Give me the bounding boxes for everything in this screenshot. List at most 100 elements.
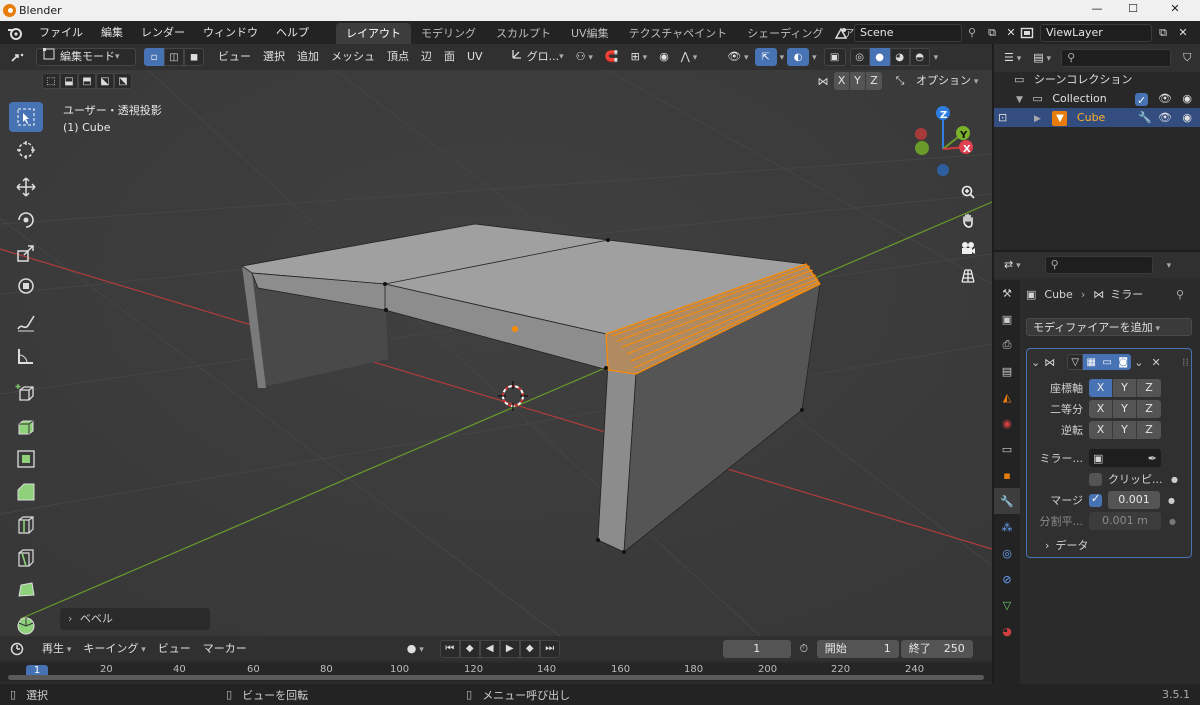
timeline-view-menu[interactable]: ビュー [152, 640, 197, 658]
transform-tool[interactable] [9, 271, 43, 301]
invert-selection-icon[interactable]: ⬕ [96, 73, 114, 89]
drag-handle-icon[interactable]: ⁞⁞ [1182, 356, 1189, 369]
bisect-z-toggle[interactable]: Z [1137, 400, 1161, 418]
gizmo-toggle-icon[interactable]: ⇱ [754, 48, 777, 66]
collection-render-icon[interactable]: ◉ [1182, 89, 1192, 108]
extend-selection-icon[interactable]: ⬓ [60, 73, 78, 89]
blender-menu-icon[interactable] [0, 26, 30, 40]
workspace-tab-uv-editing[interactable]: UV編集 [561, 23, 619, 44]
cursor-tool[interactable] [9, 135, 43, 165]
properties-options-dropdown[interactable] [1167, 256, 1172, 274]
snap-target-icon[interactable]: ⊞ [625, 48, 654, 66]
add-cube-tool[interactable] [9, 378, 43, 408]
collection-tab-icon[interactable]: ▭ [994, 436, 1020, 462]
outliner-row-collection[interactable]: ▼ ▭ Collection 👁 ◉ [994, 89, 1200, 110]
menu-vertex[interactable]: 頂点 [381, 48, 415, 66]
inset-tool[interactable] [9, 444, 43, 474]
display-mode-icon[interactable]: ▤ [1027, 49, 1057, 67]
bevel-tool[interactable] [9, 477, 43, 507]
editmode-toggle-icon[interactable]: ▦ [1083, 354, 1100, 370]
render-toggle-icon[interactable]: ◙ [1115, 354, 1132, 370]
menu-edge[interactable]: 辺 [415, 48, 438, 66]
pivot-point-icon[interactable]: ⚇ [570, 48, 599, 66]
view-layer-selector[interactable]: ViewLayer ⧉ ✕ [1014, 23, 1192, 42]
menu-render[interactable]: レンダー [132, 21, 194, 44]
new-scene-icon[interactable]: ⧉ [982, 26, 1002, 40]
material-tab-icon[interactable]: ◕ [994, 618, 1020, 644]
add-modifier-dropdown[interactable]: モディファイアーを追加 [1026, 318, 1192, 336]
scene-name-field[interactable]: Scene [854, 23, 962, 42]
mirror-y-toggle[interactable]: Y [850, 72, 866, 90]
world-tab-icon[interactable]: ◉ [994, 410, 1020, 436]
mode-selector[interactable]: 編集モード [36, 48, 136, 66]
timeline-editor-type-icon[interactable] [0, 642, 36, 656]
scene-selector[interactable]: Scene ⚲ ⧉ ✕ [828, 23, 1020, 42]
select-box-tool[interactable] [9, 102, 43, 132]
modifier-menu-chevron-icon[interactable]: ⌄ [1134, 356, 1143, 369]
axis-z-toggle[interactable]: Z [1137, 379, 1161, 397]
rotate-tool[interactable] [9, 205, 43, 235]
close-window-button[interactable]: ✕ [1160, 2, 1190, 19]
outliner-editor-type-icon[interactable]: ☰ [998, 49, 1027, 67]
particles-tab-icon[interactable]: ⁂ [994, 514, 1020, 540]
play-icon[interactable]: ▶ [499, 639, 520, 658]
edit-mode-cage-icon[interactable]: ▽ [1067, 354, 1084, 370]
preview-range-icon[interactable]: ⏱ [791, 642, 817, 656]
editor-type-icon[interactable] [0, 50, 36, 64]
play-reverse-icon[interactable]: ◀ [479, 639, 500, 658]
proportional-falloff-icon[interactable]: ⋀ [675, 48, 703, 66]
new-view-layer-icon[interactable]: ⧉ [1152, 26, 1174, 40]
data-tab-icon[interactable]: ▽ [994, 592, 1020, 618]
modifier-wrench-icon[interactable]: 🔧 [1138, 108, 1152, 127]
menu-mesh[interactable]: メッシュ [325, 48, 381, 66]
clipping-checkbox[interactable] [1089, 472, 1102, 486]
collection-visibility-icon[interactable]: 👁 [1158, 89, 1172, 108]
keyframe-dot-icon[interactable]: ● [1168, 496, 1175, 505]
set-selection-icon[interactable]: ⬚ [42, 73, 60, 89]
knife-tool[interactable] [9, 543, 43, 573]
outliner-row-cube[interactable]: ⊡ ▶ ▼ Cube 🔧 👁 ◉ [994, 108, 1200, 127]
camera-view-icon[interactable] [956, 236, 980, 260]
overlays-toggle-icon[interactable]: ◐ [787, 48, 810, 66]
flip-y-toggle[interactable]: Y [1113, 421, 1137, 439]
workspace-tab-sculpt[interactable]: スカルプト [486, 23, 561, 44]
solid-shading-icon[interactable]: ● [869, 48, 890, 66]
view-layer-name-field[interactable]: ViewLayer [1040, 23, 1152, 42]
vertex-select-icon[interactable]: ▫ [144, 48, 164, 66]
start-frame-field[interactable]: 開始 1 [816, 639, 899, 658]
outliner-search-input[interactable]: ⚲ [1061, 49, 1172, 67]
constraints-tab-icon[interactable]: ⊘ [994, 566, 1020, 592]
collapse-chevron-icon[interactable]: ⌄ [1031, 356, 1040, 369]
properties-search-input[interactable]: ⚲ [1044, 256, 1153, 274]
axis-x-toggle[interactable]: X [1089, 379, 1113, 397]
properties-editor-type-icon[interactable]: ⇄ [998, 256, 1027, 274]
next-keyframe-icon[interactable]: ◆ [519, 639, 540, 658]
menu-add[interactable]: 追加 [291, 48, 325, 66]
timeline-ruler[interactable]: 1 20 40 60 80 100 120 140 160 180 200 22… [0, 663, 992, 681]
render-tab-icon[interactable]: ▣ [994, 306, 1020, 332]
workspace-tab-texture-paint[interactable]: テクスチャペイント [619, 23, 738, 44]
merge-distance-field[interactable]: 0.001 [1108, 491, 1160, 509]
maximize-button[interactable]: ☐ [1118, 2, 1148, 19]
tool-tab-icon[interactable]: ⚒ [994, 280, 1020, 306]
workspace-tab-shading[interactable]: シェーディング [737, 23, 833, 44]
menu-view[interactable]: ビュー [212, 48, 257, 66]
zoom-icon[interactable] [956, 180, 980, 204]
3d-viewport[interactable]: Z Y X 編集モード ▫ ◫ ◼ ビュー 選択 追加 メッシュ 頂点 辺 面 … [0, 44, 992, 636]
flip-z-toggle[interactable]: Z [1137, 421, 1161, 439]
menu-file[interactable]: ファイル [30, 21, 92, 44]
menu-select[interactable]: 選択 [257, 48, 291, 66]
data-subpanel-header[interactable]: › データ [1045, 537, 1088, 553]
pin-scene-icon[interactable]: ⚲ [962, 26, 982, 39]
output-tab-icon[interactable]: ⎙ [994, 332, 1020, 358]
keyframe-dot-icon[interactable]: ● [1169, 517, 1176, 526]
end-frame-field[interactable]: 終了 250 [900, 639, 973, 658]
mirror-object-field[interactable]: ▣ ✒ [1089, 449, 1161, 467]
outliner-row-scene-collection[interactable]: ▭ シーンコレクション [994, 70, 1200, 89]
current-frame-field[interactable]: 1 [722, 639, 791, 658]
expand-chevron-icon[interactable]: ▼ [1016, 95, 1023, 105]
playback-menu[interactable]: 再生 [36, 640, 77, 658]
modifier-tab-icon[interactable]: 🔧 [994, 488, 1020, 514]
visibility-icon[interactable]: 👁 [721, 48, 754, 66]
jump-start-icon[interactable]: ⏮ [439, 639, 460, 658]
